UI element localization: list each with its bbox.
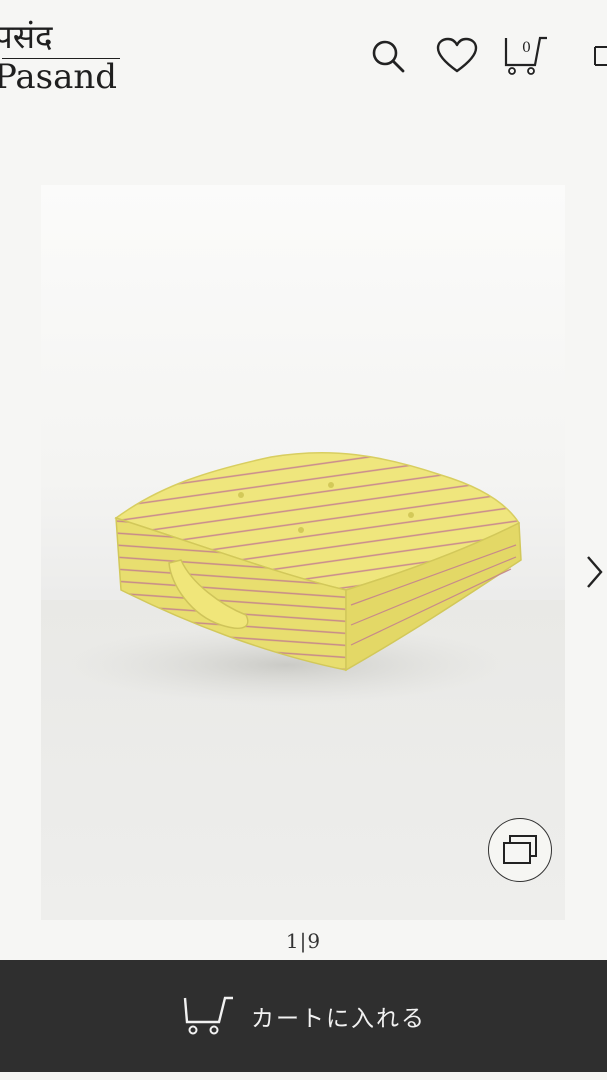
image-counter-total: 9	[307, 929, 322, 953]
cart-icon	[183, 996, 233, 1035]
image-counter: 1|9	[0, 928, 607, 954]
menu-icon	[594, 46, 607, 66]
search-icon	[372, 40, 405, 73]
gallery-stack-icon	[503, 835, 537, 864]
add-to-cart-label: カートに入れる	[251, 1006, 426, 1032]
brand-logo[interactable]: पसंद Pasand	[0, 18, 134, 98]
menu-button[interactable]	[586, 34, 607, 78]
add-to-cart-button[interactable]: カートに入れる	[0, 960, 607, 1072]
product-page: पसंद Pasand 0 1|9 カートに入れる	[0, 0, 607, 1080]
chevron-right-icon	[587, 556, 603, 588]
wishlist-button[interactable]	[435, 34, 479, 78]
next-image-button[interactable]	[583, 552, 605, 592]
cart-count-badge: 0	[522, 40, 531, 56]
image-counter-current: 1	[285, 929, 300, 953]
heart-icon	[436, 37, 478, 73]
product-image-floor-cushion	[66, 451, 522, 705]
logo-devanagari: पसंद	[0, 17, 53, 56]
gallery-view-button[interactable]	[488, 818, 552, 882]
bottom-edge	[0, 1072, 607, 1080]
cart-button[interactable]: 0	[503, 34, 547, 78]
product-image-gallery[interactable]	[41, 185, 565, 920]
search-button[interactable]	[366, 34, 410, 78]
logo-wordmark: Pasand	[0, 57, 118, 97]
